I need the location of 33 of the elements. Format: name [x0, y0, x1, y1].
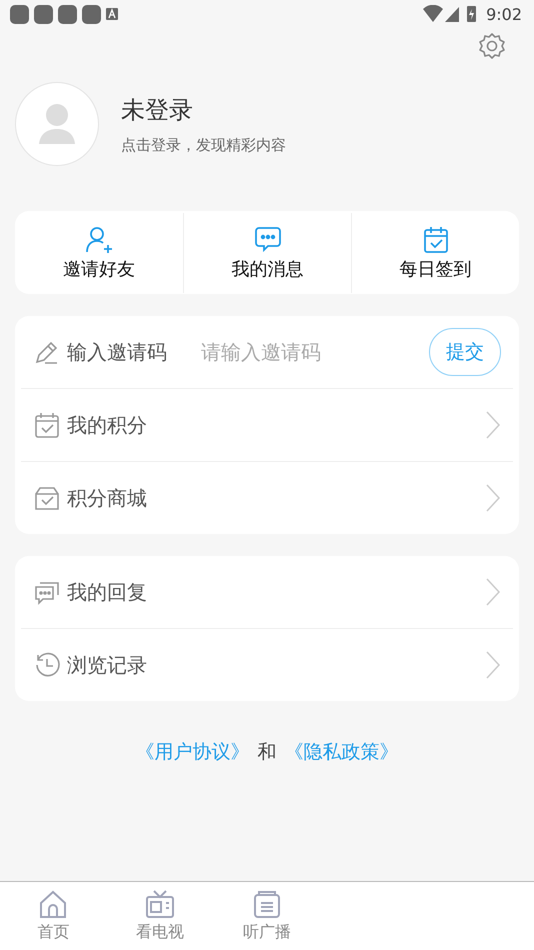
conjunction-text: 和	[258, 740, 276, 765]
tv-icon	[144, 889, 176, 919]
chat-bubble-icon	[252, 224, 282, 254]
settings-icon[interactable]	[478, 32, 506, 60]
login-hint: 点击登录，发现精彩内容	[121, 136, 286, 154]
calendar-check-icon	[33, 411, 61, 439]
notification-icon	[58, 4, 77, 24]
menu-item-label[interactable]: 我的积分	[67, 412, 147, 438]
tab-item[interactable]: 听广播	[214, 882, 320, 950]
quick-action[interactable]: 每日签到	[400, 224, 472, 280]
menu-item-label[interactable]: 我的回复	[67, 578, 147, 606]
gift-box-icon	[33, 484, 61, 512]
invite-code-field[interactable]: 请输入邀请码	[199, 339, 423, 365]
keyboard-icon	[106, 8, 118, 20]
login-status[interactable]: 未登录	[121, 94, 286, 126]
chevron-right-icon	[485, 650, 501, 680]
chevron-right-icon	[485, 410, 501, 440]
tab-item[interactable]: 看电视	[106, 882, 214, 950]
tab-item[interactable]: 首页	[0, 882, 107, 950]
chevron-right-icon	[485, 577, 501, 607]
user-silhouette-icon	[37, 103, 77, 145]
menu-item-label[interactable]: 浏览记录	[67, 652, 147, 678]
menu-item-label[interactable]: 积分商城	[67, 484, 147, 512]
invite-code-label: 输入邀请码	[67, 338, 167, 366]
status-time: 9:02	[486, 4, 522, 24]
quick-action[interactable]: 我的消息	[232, 224, 304, 280]
notification-icon	[82, 4, 101, 24]
quick-action[interactable]: 邀请好友	[63, 224, 135, 280]
notification-icon	[10, 4, 29, 24]
chevron-right-icon	[485, 483, 501, 513]
notification-icon	[34, 4, 53, 24]
history-clock-icon	[33, 651, 61, 679]
user-add-icon	[84, 224, 114, 254]
